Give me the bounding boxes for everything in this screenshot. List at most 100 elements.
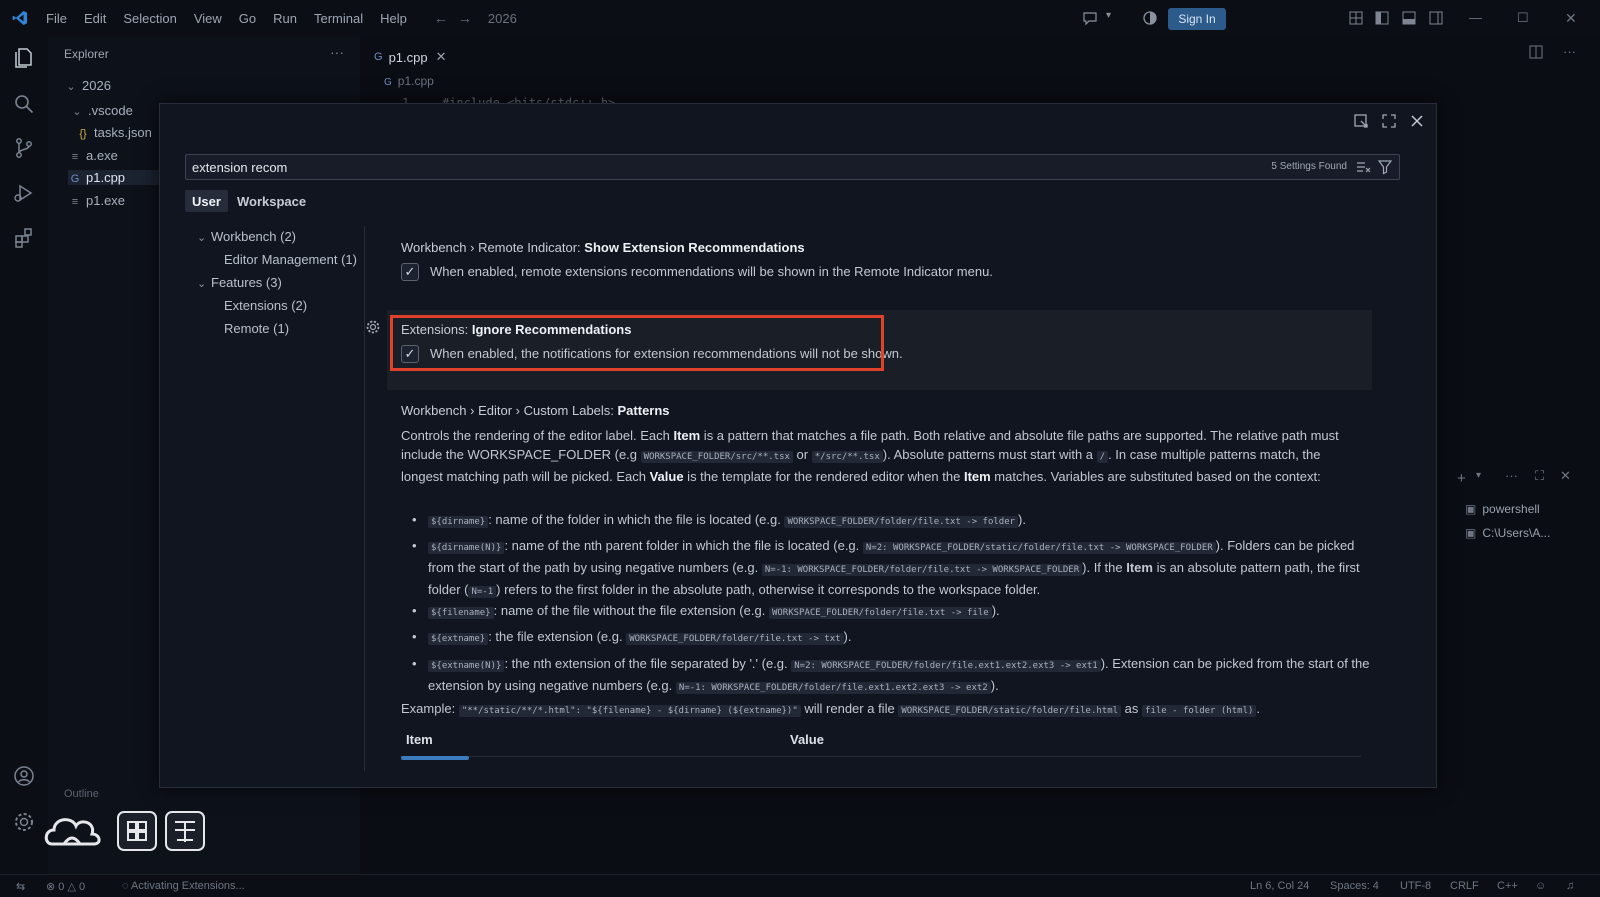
toc-editor-management[interactable]: Editor Management (1) — [224, 252, 357, 267]
file-p1-cpp[interactable]: Gp1.cpp — [68, 170, 160, 185]
command-center-title[interactable]: 2026 — [488, 11, 517, 26]
more-actions-icon[interactable]: ··· — [330, 44, 344, 60]
run-debug-icon[interactable] — [12, 181, 36, 205]
folder-root[interactable]: ⌄ 2026 — [64, 78, 111, 93]
eol-status[interactable]: CRLF — [1450, 880, 1479, 892]
explorer-files-icon[interactable] — [12, 46, 36, 70]
manage-gear-icon[interactable] — [12, 810, 36, 834]
terminal-item-path[interactable]: ▣ C:\Users\A... — [1465, 526, 1550, 540]
chevron-down-icon: ⌄ — [66, 81, 76, 93]
checkbox-show-ext-recs[interactable]: ✓ — [401, 263, 419, 281]
search-icon[interactable] — [12, 92, 36, 116]
filter-icon[interactable] — [1377, 159, 1393, 175]
setting-description: When enabled, remote extensions recommen… — [430, 264, 993, 279]
setting-gear-icon[interactable] — [365, 319, 381, 335]
maximize-icon[interactable] — [1380, 112, 1398, 130]
menu-terminal[interactable]: Terminal — [314, 11, 363, 26]
layout-icon[interactable] — [1348, 10, 1364, 26]
extensions-icon[interactable] — [12, 226, 36, 250]
toggle-secondary-sidebar-icon[interactable] — [1428, 10, 1444, 26]
close-panel-icon[interactable]: ✕ — [1560, 468, 1571, 484]
menu-edit[interactable]: Edit — [84, 11, 106, 26]
terminal-item-powershell[interactable]: ▣ powershell — [1465, 502, 1540, 516]
close-window-icon[interactable]: ✕ — [1565, 10, 1581, 26]
menu-help[interactable]: Help — [380, 11, 407, 26]
setting-category: Workbench › Editor › Custom Labels: — [401, 403, 618, 418]
explorer-header: Explorer — [64, 47, 109, 61]
cpp-file-icon: G — [374, 51, 383, 63]
settings-toc: ⌄ Workbench (2) Editor Management (1) ⌄ Fe… — [185, 226, 365, 771]
more-actions-icon[interactable]: ··· — [1505, 468, 1518, 483]
list-item-dirname-n: ${dirname(N)}: name of the nth parent fo… — [412, 536, 1373, 602]
breadcrumb-file: p1.cpp — [397, 74, 434, 88]
menu-file[interactable]: File — [46, 11, 67, 26]
toc-label: Extensions (2) — [224, 298, 308, 313]
chevron-down-icon: ⌄ — [197, 278, 207, 290]
encoding-status[interactable]: UTF-8 — [1400, 880, 1431, 892]
toc-remote[interactable]: Remote (1) — [224, 321, 289, 336]
back-arrow-icon[interactable]: ← — [434, 10, 448, 26]
open-settings-json-icon[interactable] — [1352, 112, 1370, 130]
watermark-overlay — [44, 804, 214, 857]
cursor-position[interactable]: Ln 6, Col 24 — [1250, 880, 1309, 892]
setting-category: Workbench › Remote Indicator: — [401, 240, 585, 255]
copilot-icon[interactable] — [1142, 10, 1158, 26]
chevron-down-icon[interactable]: ▾ — [1106, 10, 1122, 26]
toc-label: Features (3) — [211, 275, 282, 290]
toc-features[interactable]: ⌄ Features (3) — [197, 275, 282, 290]
table-header-value: Value — [790, 732, 824, 747]
activity-bar — [0, 36, 48, 874]
close-icon[interactable] — [1408, 112, 1426, 130]
minimize-icon[interactable]: — — [1469, 10, 1485, 26]
toggle-sidebar-icon[interactable] — [1374, 10, 1390, 26]
close-tab-icon[interactable]: ✕ — [436, 49, 447, 65]
scope-tab-workspace[interactable]: Workspace — [230, 190, 313, 212]
indentation-status[interactable]: Spaces: 4 — [1330, 880, 1379, 892]
chat-icon[interactable] — [1082, 10, 1098, 26]
file-lines-icon: ≡ — [71, 196, 79, 208]
status-bar: ⇆ ⊗ 0 △ 0 ◌ Activating Extensions... Ln … — [0, 874, 1600, 897]
sign-in-button[interactable]: Sign In — [1168, 8, 1226, 30]
settings-search-input[interactable] — [192, 158, 1192, 176]
file-p1-exe[interactable]: ≡ p1.exe — [68, 193, 125, 208]
toc-extensions[interactable]: Extensions (2) — [224, 298, 307, 313]
more-actions-icon[interactable]: ··· — [1563, 44, 1576, 59]
menu-go[interactable]: Go — [239, 11, 256, 26]
toggle-panel-icon[interactable] — [1401, 10, 1417, 26]
file-tasks-json[interactable]: {} tasks.json — [76, 125, 152, 140]
table-header-item: Item — [406, 732, 433, 747]
menu-selection[interactable]: Selection — [123, 11, 176, 26]
remote-indicator-icon[interactable]: ⇆ — [16, 880, 25, 893]
example-text: Example: "**/static/**/*.html": "${filen… — [401, 701, 1261, 717]
notifications-bell-icon[interactable]: ♫ — [1566, 880, 1574, 892]
breadcrumb[interactable]: Gp1.cpp — [384, 74, 434, 88]
error-count: 0 — [58, 881, 65, 893]
terminal-item-label: C:\Users\A... — [1482, 526, 1551, 540]
file-a-exe[interactable]: ≡ a.exe — [68, 148, 118, 163]
account-icon[interactable] — [12, 764, 36, 788]
problems-status[interactable]: ⊗ 0 △ 0 — [46, 880, 85, 893]
editor-tab-p1-cpp[interactable]: G p1.cpp ✕ — [374, 44, 447, 70]
menu-view[interactable]: View — [194, 11, 222, 26]
forward-arrow-icon[interactable]: → — [458, 10, 472, 26]
chevron-down-icon[interactable]: ▾ — [1476, 470, 1481, 481]
toc-workbench[interactable]: ⌄ Workbench (2) — [197, 229, 296, 244]
clear-filter-icon[interactable] — [1355, 159, 1371, 175]
highlight-annotation-box — [390, 315, 884, 371]
copilot-status-icon[interactable]: ☺ — [1535, 880, 1546, 892]
settings-search-box[interactable]: 5 Settings Found — [185, 154, 1400, 180]
maximize-panel-icon[interactable]: ⛶ — [1535, 468, 1544, 484]
maximize-icon[interactable]: ☐ — [1517, 10, 1533, 26]
source-control-icon[interactable] — [12, 136, 36, 160]
scope-tab-user[interactable]: User — [185, 190, 228, 212]
tab-label: p1.cpp — [388, 49, 428, 65]
json-braces-icon: {} — [79, 128, 87, 140]
folder-vscode[interactable]: ⌄ .vscode — [70, 103, 132, 118]
outline-section[interactable]: Outline — [64, 788, 99, 800]
split-editor-icon[interactable] — [1528, 44, 1544, 60]
language-mode[interactable]: C++ — [1497, 880, 1518, 892]
new-terminal-icon[interactable]: + — [1457, 470, 1466, 487]
menu-run[interactable]: Run — [273, 11, 297, 26]
toc-label: Editor Management (1) — [224, 252, 357, 267]
list-item-extname: ${extname}: the file extension (e.g. WOR… — [412, 627, 1373, 649]
